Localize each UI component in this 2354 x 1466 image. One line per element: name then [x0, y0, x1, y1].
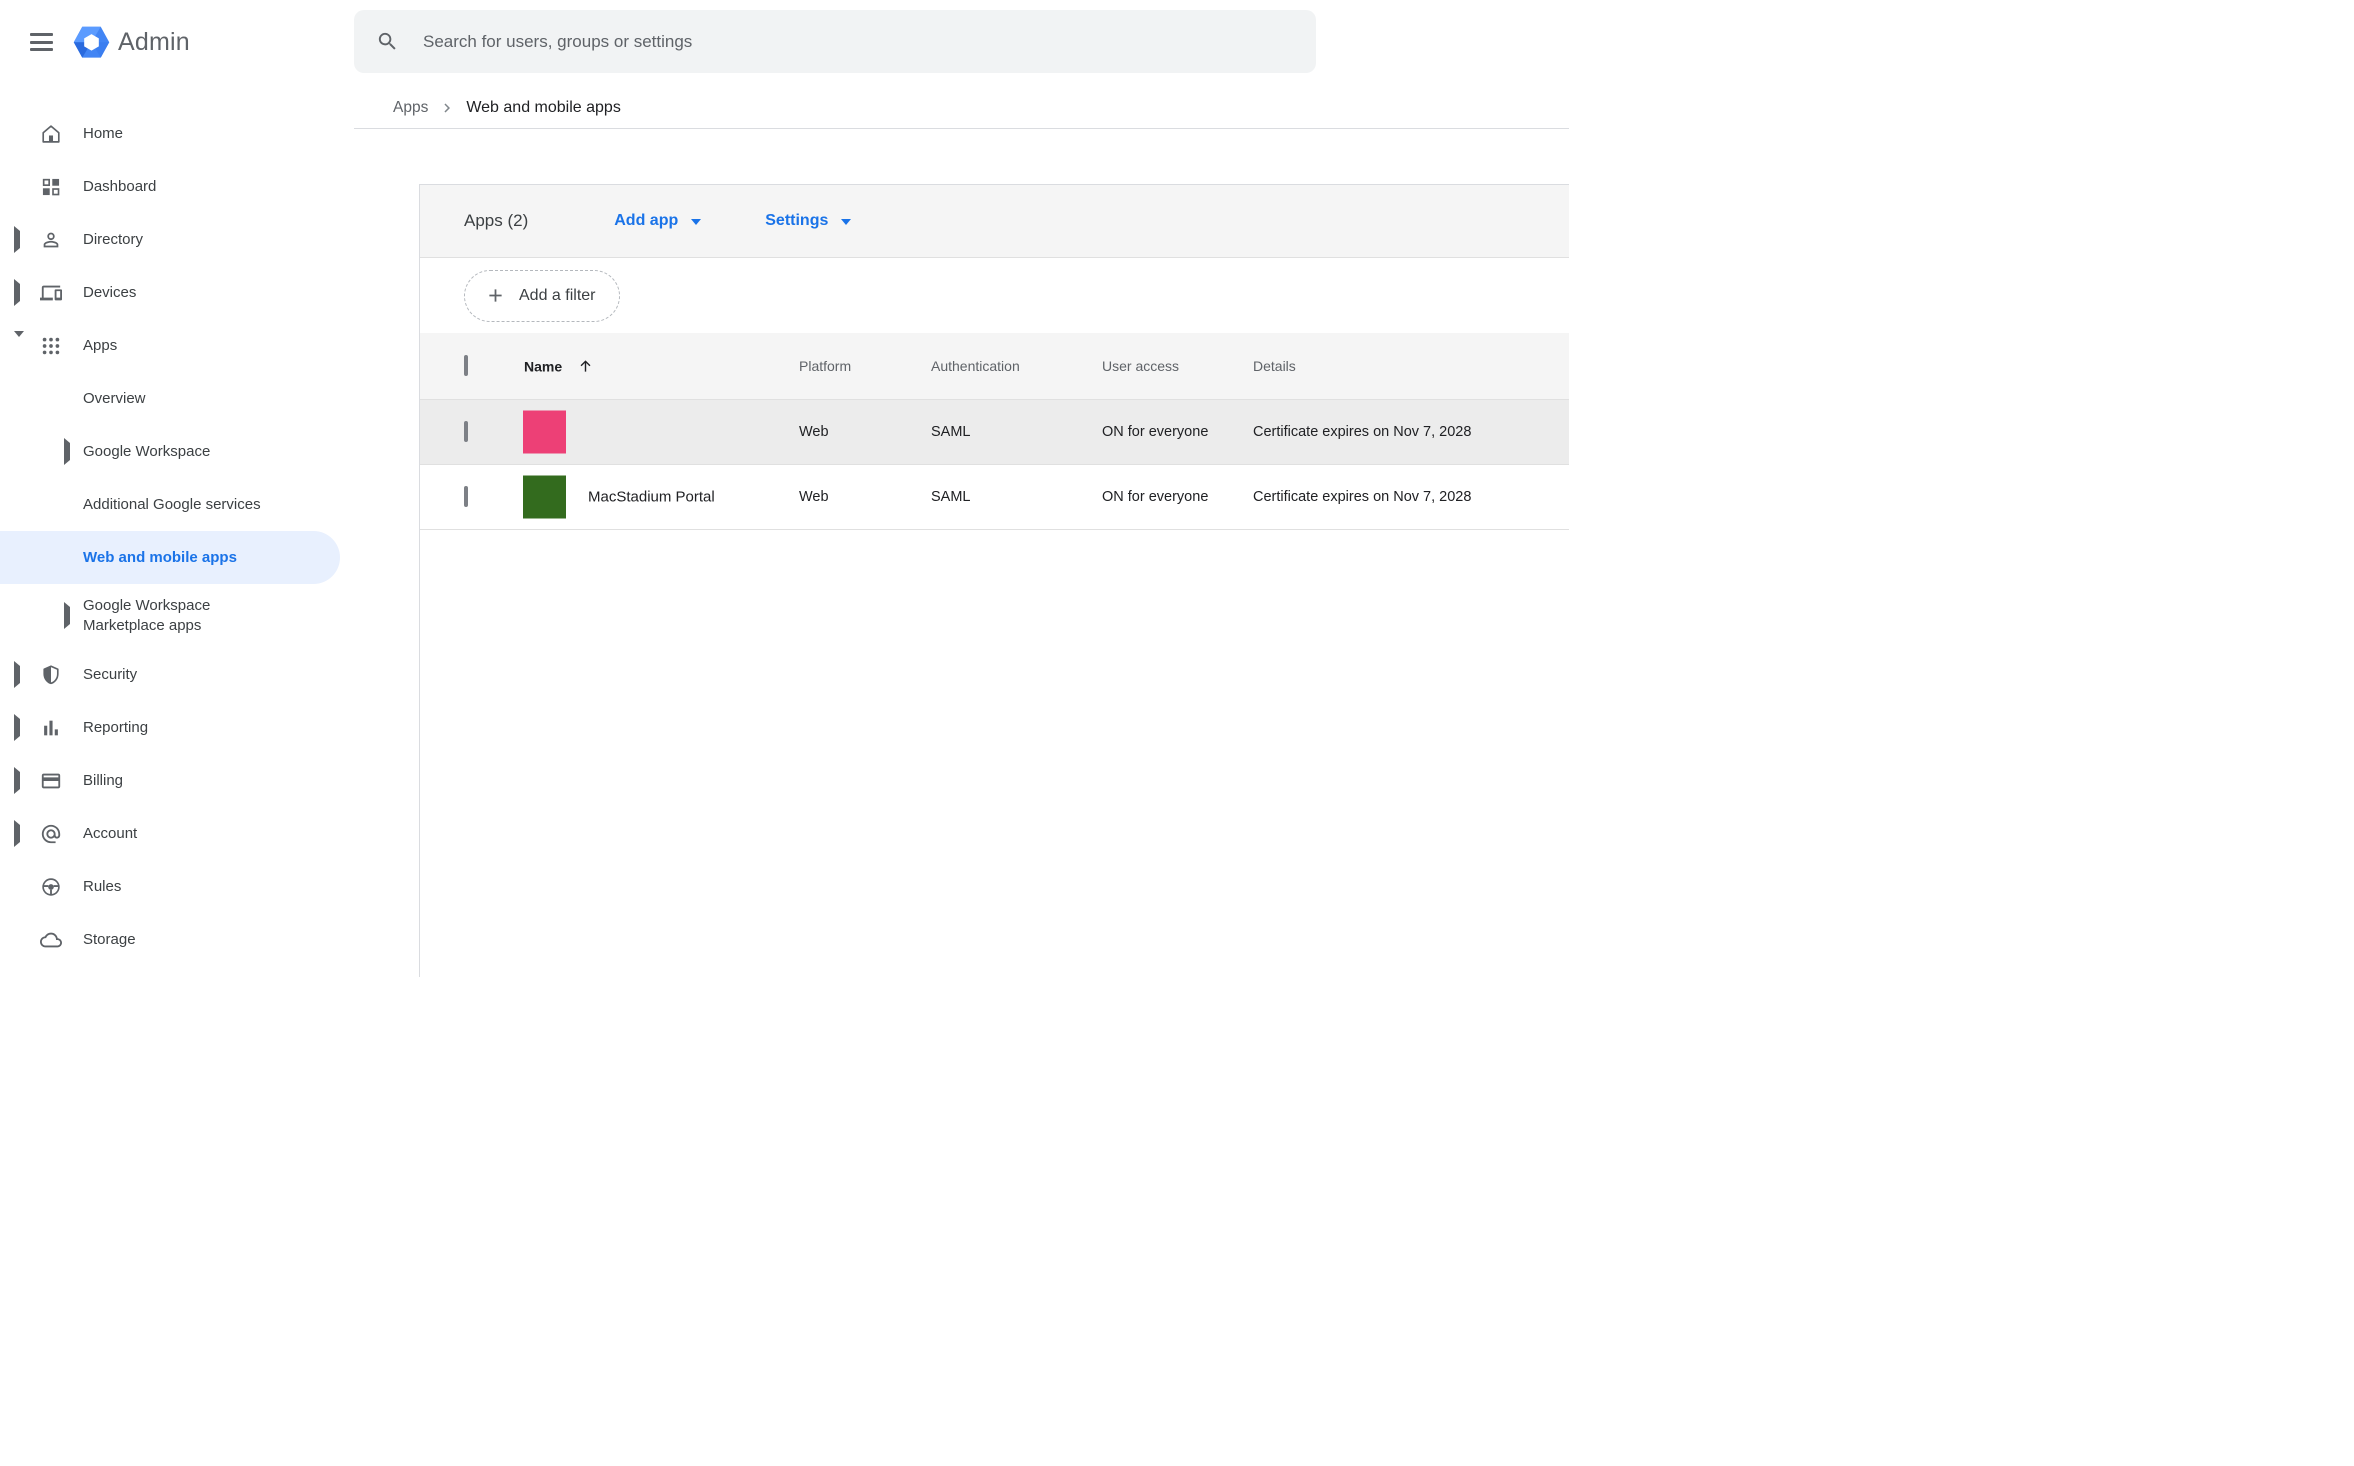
- sidebar-item-web-and-mobile-apps[interactable]: Web and mobile apps: [0, 531, 340, 584]
- expand-right-icon[interactable]: [14, 819, 20, 847]
- column-header-user-access[interactable]: User access: [1102, 358, 1179, 374]
- table-row[interactable]: Web SAML ON for everyone Certificate exp…: [420, 400, 1569, 465]
- dropdown-caret-icon: [691, 219, 702, 225]
- cell-platform: Web: [799, 489, 829, 505]
- row-checkbox[interactable]: [464, 421, 468, 442]
- sidebar-item-rules[interactable]: Rules: [0, 860, 340, 913]
- sidebar-item-directory[interactable]: Directory: [0, 213, 340, 266]
- sort-ascending-icon[interactable]: [577, 358, 594, 375]
- column-header-platform[interactable]: Platform: [799, 358, 851, 374]
- search-bar[interactable]: [354, 10, 1316, 73]
- row-checkbox[interactable]: [464, 486, 468, 507]
- app-color-tile: [523, 410, 566, 454]
- plus-icon: [489, 289, 502, 302]
- expand-right-icon[interactable]: [64, 602, 70, 629]
- search-icon: [378, 32, 396, 50]
- shield-icon: [40, 664, 62, 686]
- sidebar-item-billing[interactable]: Billing: [0, 754, 340, 807]
- apps-grid-icon: [40, 335, 62, 357]
- hamburger-menu-icon[interactable]: [30, 33, 53, 51]
- apps-toolbar: Apps (2) Add app Settings: [420, 185, 1569, 258]
- sidebar-item-storage[interactable]: Storage: [0, 913, 340, 966]
- expand-right-icon[interactable]: [14, 766, 20, 794]
- sidebar-item-security[interactable]: Security: [0, 648, 340, 701]
- sidebar-item-additional-google-services[interactable]: Additional Google services: [0, 478, 340, 531]
- add-filter-button[interactable]: Add a filter: [464, 269, 621, 322]
- breadcrumb-divider: [354, 128, 1569, 129]
- sidebar-item-apps[interactable]: Apps: [0, 319, 340, 372]
- column-header-name[interactable]: Name: [524, 358, 562, 374]
- cell-user-access: ON for everyone: [1102, 424, 1209, 440]
- dashboard-icon: [40, 176, 62, 198]
- breadcrumb-current: Web and mobile apps: [466, 99, 621, 116]
- cell-name: MacStadium Portal: [588, 488, 715, 506]
- search-input[interactable]: [423, 31, 1294, 52]
- cell-authentication: SAML: [931, 424, 971, 440]
- column-header-authentication[interactable]: Authentication: [931, 358, 1020, 374]
- expand-right-icon[interactable]: [14, 660, 20, 688]
- sidebar-item-devices[interactable]: Devices: [0, 266, 340, 319]
- dropdown-caret-icon: [841, 219, 852, 225]
- cell-details: Certificate expires on Nov 7, 2028: [1253, 424, 1472, 440]
- apps-content-panel: Apps (2) Add app Settings Add a filter N…: [419, 184, 1569, 977]
- bar-chart-icon: [40, 717, 62, 739]
- column-header-details[interactable]: Details: [1253, 358, 1296, 374]
- apps-count-label: Apps (2): [464, 211, 529, 230]
- at-sign-icon: [40, 823, 62, 845]
- sidebar-item-google-workspace[interactable]: Google Workspace: [0, 425, 340, 478]
- expand-right-icon[interactable]: [14, 713, 20, 741]
- sidebar-item-overview[interactable]: Overview: [0, 372, 340, 425]
- cell-details: Certificate expires on Nov 7, 2028: [1253, 489, 1472, 505]
- table-row[interactable]: MacStadium Portal Web SAML ON for everyo…: [420, 465, 1569, 530]
- chevron-right-icon: [438, 99, 456, 117]
- sidebar-item-google-workspace-marketplace-apps[interactable]: Google Workspace Marketplace apps: [0, 584, 340, 648]
- sidebar-item-account[interactable]: Account: [0, 807, 340, 860]
- cell-authentication: SAML: [931, 489, 971, 505]
- expand-down-icon[interactable]: [14, 330, 24, 355]
- home-icon: [40, 123, 62, 145]
- credit-card-icon: [40, 770, 62, 792]
- person-icon: [40, 229, 62, 251]
- sidebar-nav: Home Dashboard Directory Devices Apps Ov…: [0, 107, 417, 966]
- filter-row: Add a filter: [420, 258, 1569, 333]
- app-color-tile: [523, 475, 566, 519]
- sidebar-item-home[interactable]: Home: [0, 107, 340, 160]
- cell-platform: Web: [799, 424, 829, 440]
- select-all-checkbox[interactable]: [464, 355, 468, 376]
- table-header: Name Platform Authentication User access…: [420, 333, 1569, 400]
- sidebar-item-dashboard[interactable]: Dashboard: [0, 160, 340, 213]
- google-admin-console: Admin Apps Web and mobile apps Home Dash…: [0, 0, 1569, 977]
- expand-right-icon[interactable]: [14, 225, 20, 253]
- expand-right-icon[interactable]: [64, 437, 70, 465]
- settings-button[interactable]: Settings: [765, 212, 852, 230]
- cell-user-access: ON for everyone: [1102, 489, 1209, 505]
- steering-wheel-icon: [40, 876, 62, 898]
- admin-logo-icon: [73, 26, 110, 65]
- devices-icon: [40, 282, 62, 304]
- product-name: Admin: [118, 28, 190, 56]
- expand-right-icon[interactable]: [14, 278, 20, 306]
- cloud-icon: [40, 929, 62, 951]
- add-app-button[interactable]: Add app: [614, 212, 702, 230]
- sidebar-item-reporting[interactable]: Reporting: [0, 701, 340, 754]
- breadcrumb: Apps Web and mobile apps: [393, 94, 621, 122]
